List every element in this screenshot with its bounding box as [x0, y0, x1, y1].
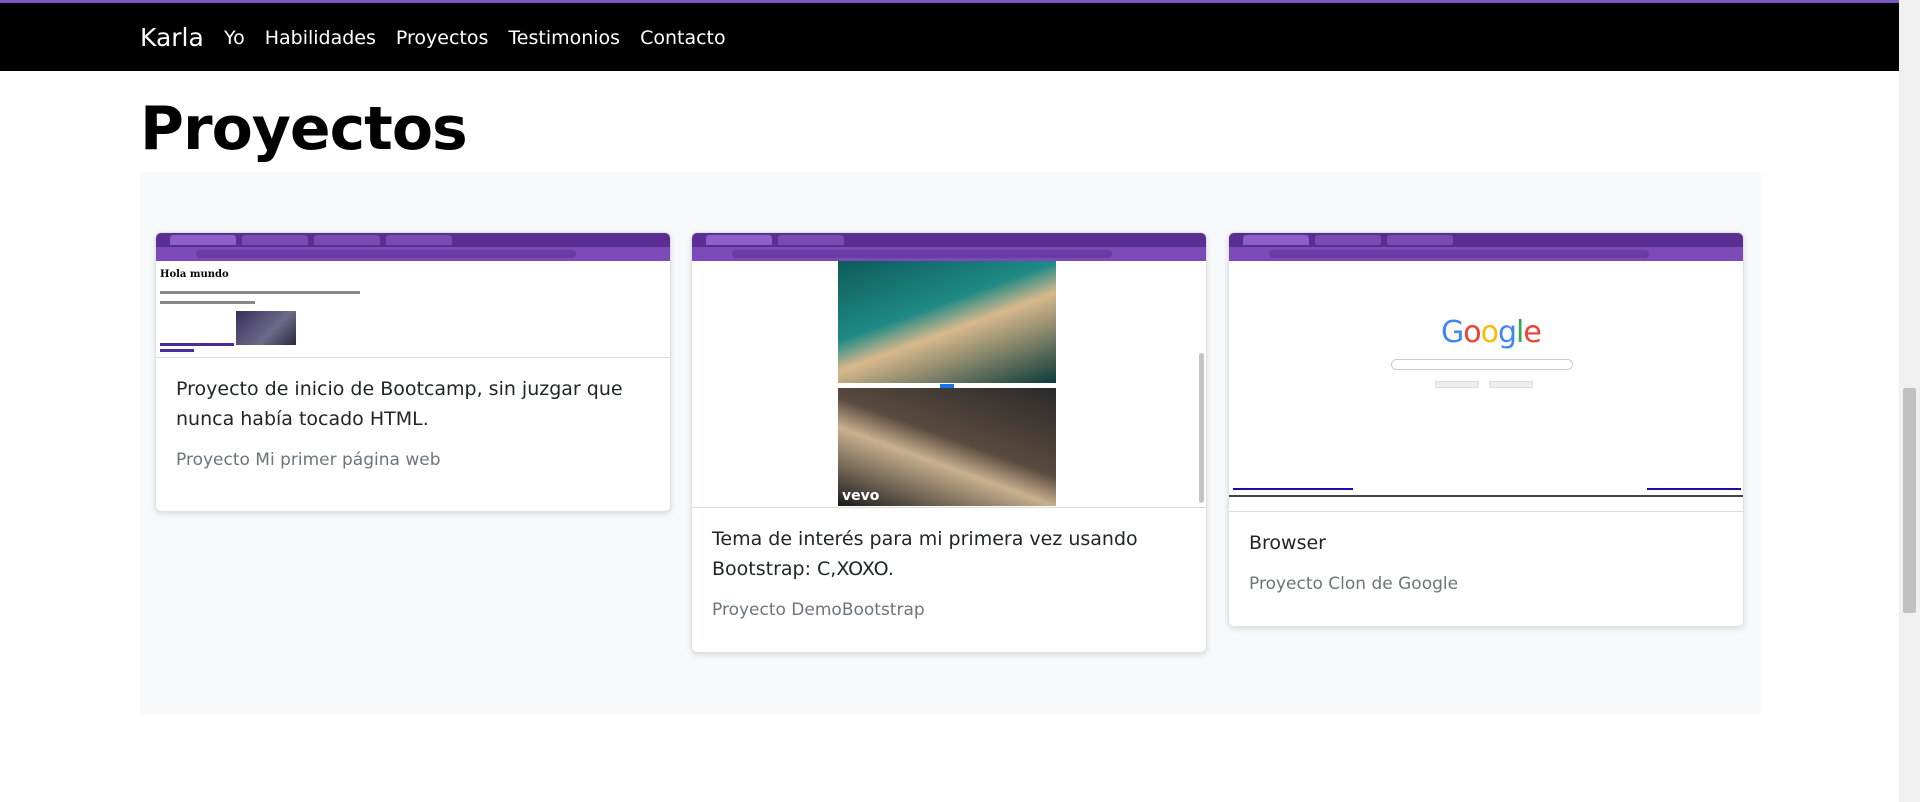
nav-link-testimonios[interactable]: Testimonios — [508, 27, 620, 49]
page-scrollbar-thumb[interactable] — [1903, 388, 1916, 613]
card-project-name: Proyecto Clon de Google — [1249, 574, 1459, 594]
project-card-2[interactable]: vevo Tema de interés para mi primera vez… — [691, 232, 1207, 653]
screenshot-text-line — [160, 291, 360, 294]
google-lucky-button — [1489, 381, 1533, 388]
google-logo: Google — [1441, 315, 1542, 350]
project-card-3[interactable]: Google Browser Proyecto Clon de Google — [1228, 232, 1744, 627]
nav-link-proyectos[interactable]: Proyectos — [396, 27, 489, 49]
screenshot-heading: Hola mundo — [160, 269, 229, 280]
browser-tab — [706, 235, 772, 245]
music-video-image — [838, 261, 1056, 383]
nav-links: Yo Habilidades Proyectos Testimonios Con… — [224, 27, 726, 49]
project-screenshot: Hola mundo — [156, 233, 670, 358]
card-description: Tema de interés para mi primera vez usan… — [712, 528, 1138, 580]
nav-link-contacto[interactable]: Contacto — [640, 27, 726, 49]
nav-link-yo[interactable]: Yo — [224, 27, 245, 49]
screenshot-thumbnail — [236, 311, 296, 345]
browser-tab — [314, 235, 380, 245]
card-body: Tema de interés para mi primera vez usan… — [692, 508, 1206, 640]
nav-link-habilidades[interactable]: Habilidades — [265, 27, 376, 49]
card-body: Proyecto de inicio de Bootcamp, sin juzg… — [156, 358, 670, 490]
google-footer-rule — [1229, 495, 1743, 497]
google-search-button — [1435, 381, 1479, 388]
project-screenshot: Google — [1229, 233, 1743, 512]
card-project-name: Proyecto Mi primer página web — [176, 450, 441, 470]
browser-tab — [170, 235, 236, 245]
google-footer-links — [1647, 488, 1741, 490]
card-description: Proyecto de inicio de Bootcamp, sin juzg… — [176, 378, 623, 430]
screenshot-link-line — [160, 349, 194, 352]
browser-tabs-bar — [1229, 233, 1743, 247]
screenshot-scrollbar — [1199, 353, 1204, 503]
section-title: Proyectos — [140, 94, 468, 164]
browser-tabs-bar — [156, 233, 670, 247]
browser-address-bar — [156, 247, 670, 261]
browser-tabs-bar — [692, 233, 1206, 247]
google-footer-links — [1233, 488, 1353, 490]
browser-tab — [1243, 235, 1309, 245]
browser-address-bar — [1229, 247, 1743, 261]
brand-link[interactable]: Karla — [140, 23, 204, 52]
card-project-name: Proyecto DemoBootstrap — [712, 600, 925, 620]
vevo-logo: vevo — [842, 488, 880, 504]
browser-tab — [778, 235, 844, 245]
project-screenshot: vevo — [692, 233, 1206, 508]
card-body: Browser Proyecto Clon de Google — [1229, 512, 1743, 614]
browser-tab — [242, 235, 308, 245]
screenshot-text-line — [160, 301, 255, 304]
browser-address-bar — [692, 247, 1206, 261]
project-card-1[interactable]: Hola mundo Proyecto de inicio de Bootcam… — [155, 232, 671, 512]
card-description: Browser — [1249, 532, 1326, 554]
navbar: Karla Yo Habilidades Proyectos Testimoni… — [0, 3, 1899, 71]
browser-tab — [386, 235, 452, 245]
browser-tab — [1315, 235, 1381, 245]
google-search-box — [1391, 359, 1573, 370]
browser-tab — [1387, 235, 1453, 245]
screenshot-link-line — [160, 343, 234, 346]
